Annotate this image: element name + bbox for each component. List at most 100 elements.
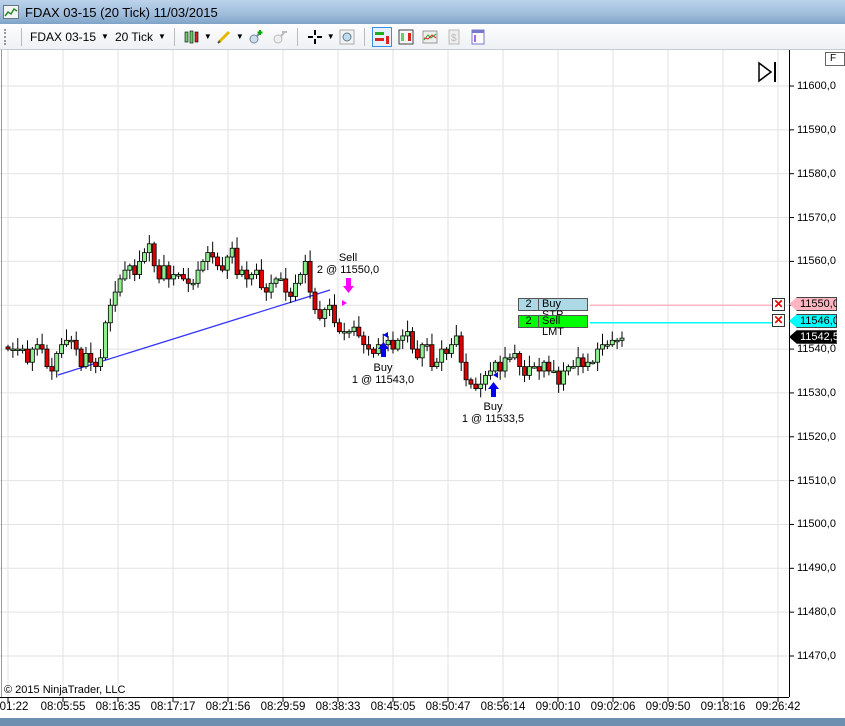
order-tag-buy-stp[interactable]: 2Buy STP [518,298,588,321]
candle-up [302,260,308,275]
candle-down [307,260,313,293]
candle-up [527,366,532,376]
chart-app-icon [3,5,19,19]
order-qty: 2 [519,299,539,310]
sell-execution-arrow [342,278,354,306]
candle-down [312,291,318,311]
candle-down [44,348,50,368]
price-tick-label: 11540,0 [797,343,836,356]
candle-down [215,256,220,267]
candle-down [332,304,337,324]
price-chart[interactable] [0,50,845,718]
candle-up [551,370,557,373]
candle-up [268,282,274,293]
zoom-out-icon[interactable] [270,27,290,47]
candle-down [166,265,172,280]
chevron-down-icon[interactable]: ▼ [204,32,212,41]
candle-down [317,309,323,319]
candle-up [502,357,508,372]
execution-title: Buy [373,362,393,374]
zoom-in-icon[interactable] [246,27,266,47]
play-replay-icon[interactable] [758,61,776,83]
candle-up [492,361,498,372]
candle-up [293,282,298,297]
buy-stp-price-tag: 11550,0 [789,297,837,311]
price-tick-label: 11500,0 [797,518,836,531]
candle-down [556,370,562,385]
candle-down [444,348,449,354]
candle-up [590,361,596,365]
candle-down [49,366,55,372]
candle-up [478,383,484,389]
chart-style-icon[interactable] [182,27,202,47]
candle-up [117,278,123,293]
period-selector[interactable]: 20 Tick ▼ [112,27,169,47]
toolbar-grip[interactable] [4,28,10,45]
candle-up [351,326,357,332]
candle-down [536,366,542,372]
candle-down [336,322,342,332]
candle-up [137,260,142,275]
properties-icon[interactable] [468,27,488,47]
candle-up [561,370,566,385]
candle-up [439,348,445,363]
candle-down [185,278,191,284]
drawing-pencil-icon[interactable] [214,27,234,47]
execution-detail: 2 @ 11550,0 [316,264,380,276]
price-tick-label: 11530,0 [797,386,836,399]
chevron-down-icon[interactable]: ▼ [327,32,335,41]
chevron-down-icon: ▼ [157,32,166,41]
candle-down [220,265,225,271]
candle-down [258,269,264,289]
time-axis: 01:22 08:05:55 08:16:35 08:17:17 08:21:56 08:… [0,697,800,718]
data-box-icon[interactable] [337,27,357,47]
time-tick-label: 08:16:35 [95,701,141,713]
candle-up [200,260,206,271]
candle-up [64,339,69,346]
execution-label-buy: Buy 1 @ 11543,0 [352,362,414,386]
instrument-selector[interactable]: FDAX 03-15 ▼ [27,27,112,47]
price-tick-label: 11480,0 [797,606,836,619]
candle-down [288,291,294,297]
candle-up [375,344,381,354]
price-tick-label: 11490,0 [797,562,836,575]
execution-detail: 1 @ 11543,0 [351,374,415,386]
crosshair-icon[interactable] [305,27,325,47]
chevron-down-icon[interactable]: ▼ [236,32,244,41]
candle-up [54,353,60,372]
period-label: 20 Tick [114,29,153,44]
cancel-order-sell-lmt-button[interactable]: ✕ [772,314,785,327]
candle-up [176,274,181,277]
time-tick-label: 09:09:50 [645,701,691,713]
time-tick-label: 01:22 [0,701,29,713]
candle-down [458,335,464,363]
candle-up [604,344,610,347]
candle-up [614,339,620,343]
last-price-tag: 11542,5 [789,330,837,344]
order-qty: 2 [519,316,539,327]
candle-down [497,361,503,372]
candle-up [146,243,152,254]
chart-trader-icon[interactable] [371,26,392,47]
candle-up [322,309,328,319]
strategies-icon[interactable]: $ [444,27,464,47]
candle-up [249,274,255,280]
candle-down [93,361,99,368]
time-tick-label: 09:26:42 [755,701,801,713]
candle-up [34,344,40,350]
candle-up [142,252,147,262]
candle-up [385,339,391,346]
order-tag-sell-lmt[interactable]: 2 Sell LMT [518,315,588,338]
candle-up [190,282,196,286]
chart-toolbar: FDAX 03-15 ▼ 20 Tick ▼ ▼ ▼ ▼ $ [0,24,845,50]
candle-down [181,274,186,280]
candle-up [419,344,425,359]
candle-down [210,252,216,258]
cancel-order-buy-stp-button[interactable]: ✕ [772,298,785,311]
time-tick-label: 08:50:47 [425,701,471,713]
indicators-icon[interactable] [420,27,440,47]
candle-up [195,269,201,284]
candle-up [15,348,21,351]
time-tick-label: 08:45:05 [370,701,416,713]
bar-chart-icon[interactable] [396,27,416,47]
